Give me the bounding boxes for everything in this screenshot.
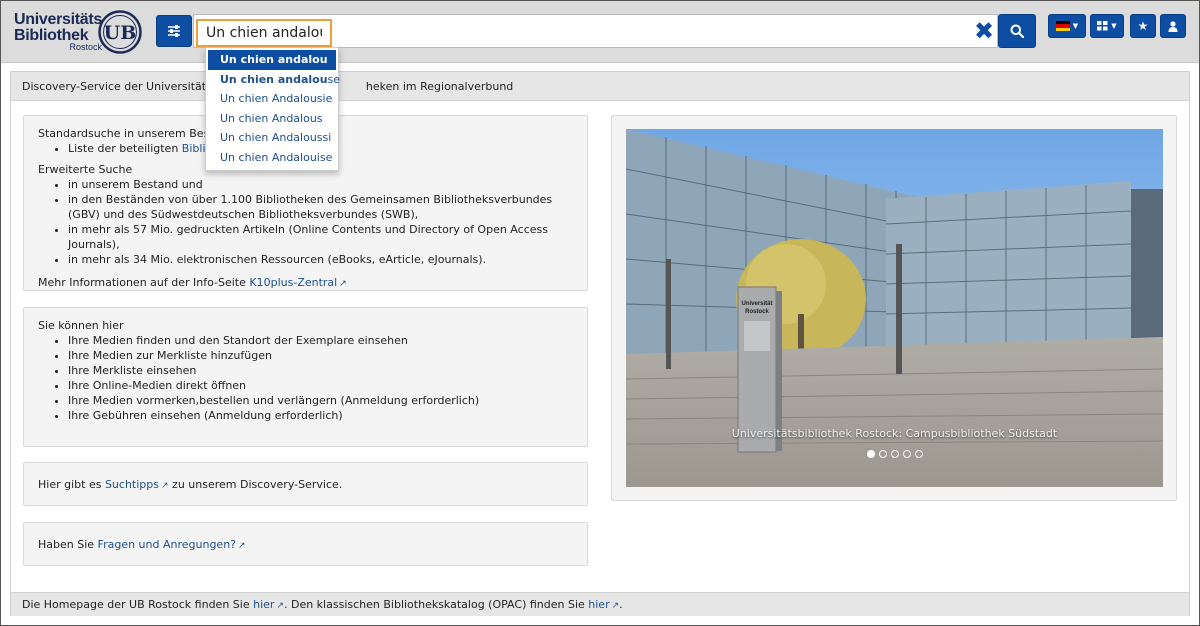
- external-link-icon: ↗: [339, 279, 347, 289]
- carousel-indicators: [626, 450, 1163, 458]
- footer: Die Homepage der UB Rostock finden Sie h…: [11, 592, 1189, 616]
- chevron-down-icon: ▼: [1111, 22, 1117, 30]
- search-options-button[interactable]: [156, 15, 192, 47]
- star-icon: ★: [1137, 19, 1149, 33]
- search-bar: [193, 14, 998, 48]
- autocomplete-item[interactable]: Un chien Andalouise: [206, 148, 338, 168]
- seal-text: UB: [104, 22, 137, 44]
- main-content: Discovery-Service der Universitätsbibl he…: [10, 71, 1190, 616]
- german-flag-icon: [1055, 21, 1070, 31]
- search-button[interactable]: [998, 14, 1036, 48]
- external-link-icon: ↗: [276, 601, 284, 611]
- intro-text-end: heken im Regionalverbund: [365, 80, 514, 93]
- language-selector[interactable]: ▼: [1048, 14, 1086, 38]
- list-item: in unserem Bestand und: [68, 177, 573, 192]
- autocomplete-dropdown: Un chien andalou Un chien andalouse Un c…: [205, 47, 340, 171]
- search-icon: [1010, 24, 1024, 38]
- carousel-dot[interactable]: [890, 450, 899, 458]
- carousel-panel: Universität Rostock Universitätsbiblioth…: [611, 115, 1177, 501]
- list-item: Ihre Gebühren einsehen (Anmeldung erford…: [68, 408, 573, 423]
- list-item: Ihre Online-Medien direkt öffnen: [68, 378, 573, 393]
- university-seal-icon[interactable]: UB: [98, 10, 142, 54]
- search-tips-link[interactable]: Suchtipps: [105, 478, 159, 491]
- favorites-button[interactable]: ★: [1130, 14, 1156, 38]
- feedback-link[interactable]: Fragen und Anregungen?: [98, 538, 236, 551]
- grid-icon: [1097, 21, 1108, 31]
- clear-search-icon[interactable]: ✖: [972, 18, 996, 44]
- opac-link[interactable]: hier: [588, 598, 609, 611]
- feedback-panel: Haben Sie Fragen und Anregungen? ↗: [23, 522, 588, 566]
- user-icon: [1168, 20, 1178, 32]
- list-item: Ihre Medien zur Merkliste hinzufügen: [68, 348, 573, 363]
- logo-line3: Rostock: [69, 42, 102, 52]
- list-item: in den Beständen von über 1.100 Biblioth…: [68, 192, 573, 222]
- carousel-dot[interactable]: [914, 450, 923, 458]
- view-selector[interactable]: ▼: [1090, 14, 1124, 38]
- search-input[interactable]: [196, 19, 332, 47]
- list-item: in mehr als 57 Mio. gedruckten Artikeln …: [68, 222, 573, 252]
- list-item: Ihre Medien vormerken,bestellen und verl…: [68, 393, 573, 408]
- logo-line1: Universitäts: [14, 11, 102, 28]
- carousel-dot[interactable]: [866, 450, 875, 458]
- sign-text-line2: Rostock: [745, 309, 769, 315]
- list-item: Ihre Merkliste einsehen: [68, 363, 573, 378]
- info-text: Mehr Informationen auf der Info-Seite: [38, 276, 250, 289]
- carousel-image[interactable]: Universität Rostock Universitätsbiblioth…: [626, 129, 1163, 487]
- autocomplete-item[interactable]: Un chien Andaloussi: [206, 128, 338, 148]
- features-panel: Sie können hier Ihre Medien finden und d…: [23, 307, 588, 447]
- autocomplete-item[interactable]: Un chien andalouse: [206, 70, 340, 90]
- external-link-icon: ↗: [238, 541, 246, 551]
- carousel-caption: Universitätsbibliothek Rostock: Campusbi…: [731, 427, 1058, 440]
- intro-bar: Discovery-Service der Universitätsbibl he…: [11, 72, 1189, 101]
- chevron-down-icon: ▼: [1072, 22, 1079, 30]
- carousel-dot[interactable]: [902, 450, 911, 458]
- autocomplete-item[interactable]: Un chien Andalous: [206, 109, 338, 129]
- autocomplete-item[interactable]: Un chien andalou: [208, 50, 336, 70]
- logo[interactable]: Universitäts Bibliothek Rostock: [14, 12, 102, 52]
- k10plus-link[interactable]: K10plus-Zentral: [249, 276, 337, 289]
- autocomplete-item[interactable]: Un chien Andalousie: [206, 89, 338, 109]
- list-item: in mehr als 34 Mio. elektronischen Resso…: [68, 252, 573, 267]
- carousel-dot[interactable]: [878, 450, 887, 458]
- search-tips-panel: Hier gibt es Suchtipps ↗ zu unserem Disco…: [23, 462, 588, 506]
- sliders-icon: [168, 25, 180, 37]
- homepage-link[interactable]: hier: [253, 598, 274, 611]
- list-item: Ihre Medien finden und den Standort der …: [68, 333, 573, 348]
- sign-text-line1: Universität: [741, 301, 772, 307]
- features-title: Sie können hier: [38, 319, 124, 332]
- account-button[interactable]: [1160, 14, 1186, 38]
- external-link-icon: ↗: [161, 481, 169, 491]
- intro-text-start: Discovery-Service der Universitätsbibl: [22, 80, 232, 93]
